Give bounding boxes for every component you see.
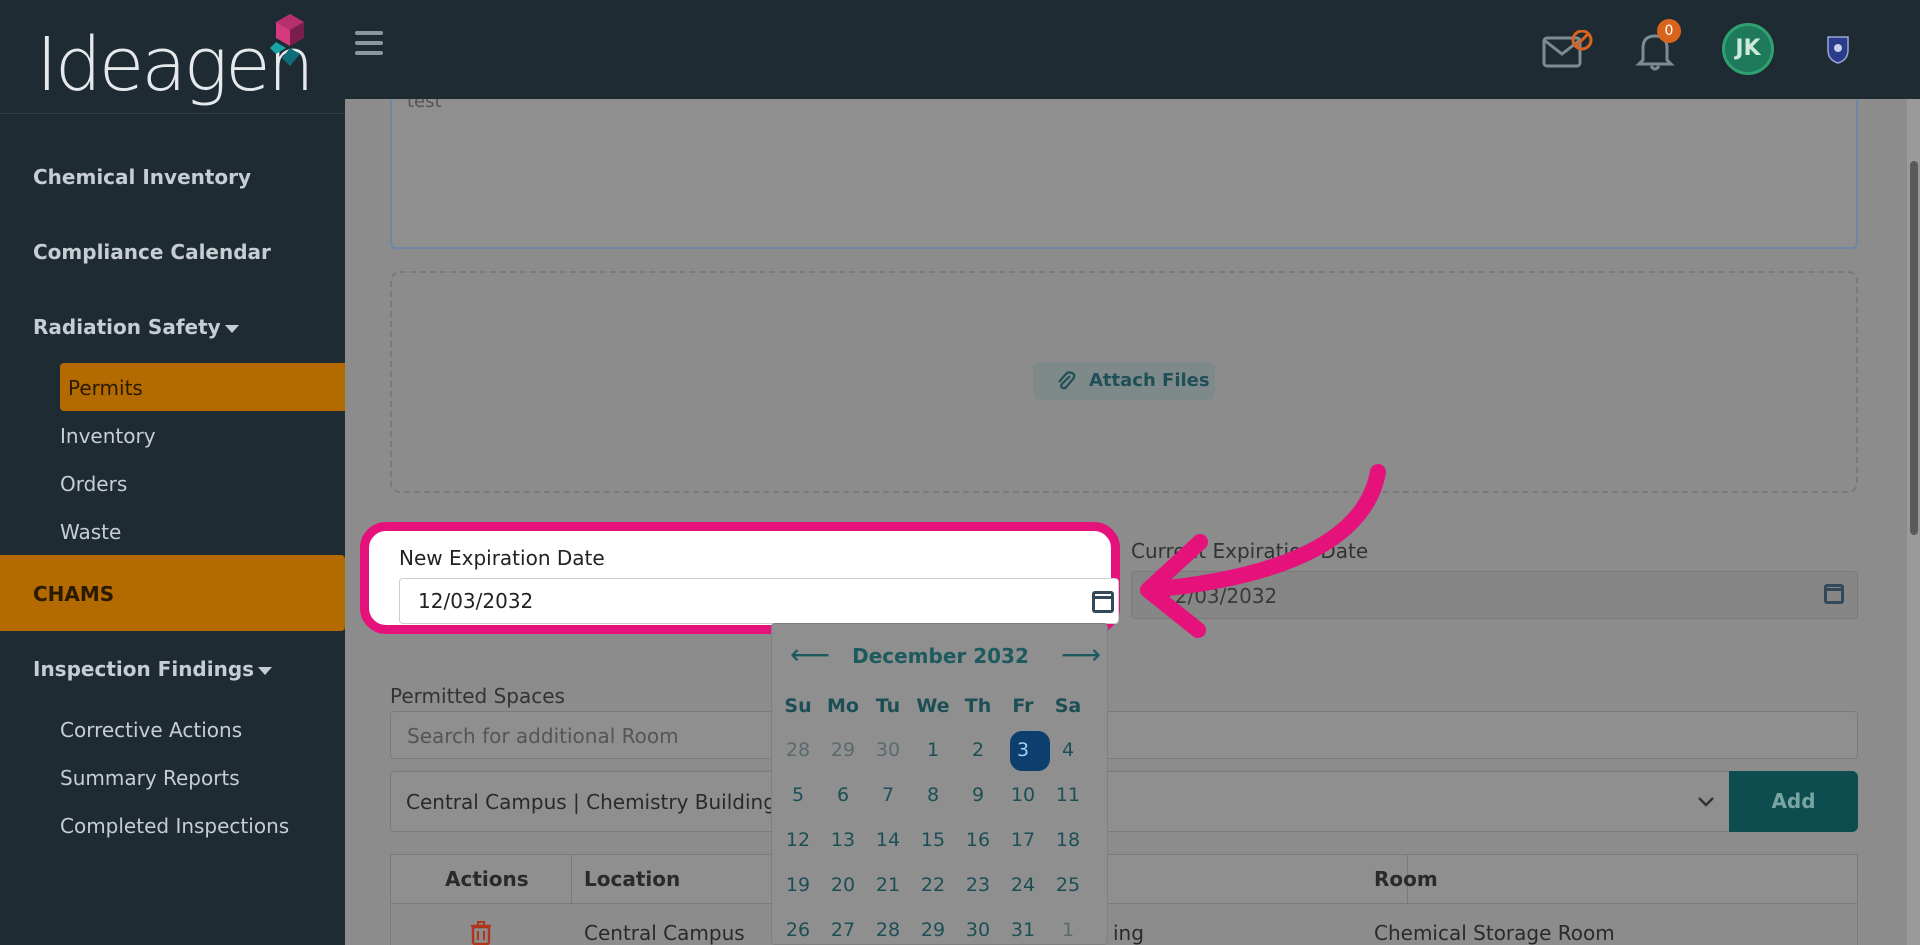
table-cell-location: Central Campus <box>584 921 745 945</box>
comments-textarea-value: test <box>407 99 442 112</box>
calendar-day[interactable]: 9 <box>956 776 1000 814</box>
calendar-day[interactable]: 2 <box>956 731 1000 769</box>
weekday-header: Su <box>784 695 812 717</box>
caret-down-icon <box>224 324 239 333</box>
sidebar-item-inventory[interactable]: Inventory <box>60 424 156 448</box>
column-header-room: Room <box>1374 867 1438 891</box>
datepicker-popup: ⟵ December 2032 ⟶ Su Mo Tu We Th Fr Sa 28 29 30 1 2… <box>771 623 1108 945</box>
caret-down-icon <box>258 666 273 675</box>
calendar-day[interactable]: 6 <box>821 776 865 814</box>
sidebar-item-chemical-inventory[interactable]: Chemical Inventory <box>33 165 251 189</box>
logo-cube-icon <box>270 14 304 66</box>
sidebar-item-label: Inspection Findings <box>33 657 255 681</box>
sidebar: Ideagen Chemical Inventory Compliance Ca… <box>0 0 345 945</box>
column-header-location: Location <box>584 867 681 891</box>
calendar-day[interactable]: 24 <box>1001 866 1045 904</box>
annotation-arrow-icon <box>1140 464 1386 638</box>
institution-crest-icon[interactable] <box>1825 34 1851 64</box>
calendar-day[interactable]: 16 <box>956 821 1000 859</box>
sidebar-item-summary-reports[interactable]: Summary Reports <box>60 766 240 790</box>
calendar-day[interactable]: 28 <box>866 911 910 945</box>
column-header-actions: Actions <box>445 867 529 891</box>
calendar-day[interactable]: 25 <box>1046 866 1090 904</box>
sidebar-item-radiation-safety[interactable]: Radiation Safety <box>33 315 239 339</box>
calendar-day-outside-month[interactable]: 29 <box>821 731 865 769</box>
sidebar-item-label: Radiation Safety <box>33 315 221 339</box>
highlight-box: New Expiration Date 12/03/2032 <box>360 522 1120 634</box>
room-search-placeholder: Search for additional Room <box>407 724 679 748</box>
calendar-day[interactable]: 8 <box>911 776 955 814</box>
sidebar-item-corrective-actions[interactable]: Corrective Actions <box>60 718 242 742</box>
top-bar: 0 JK <box>345 0 1920 99</box>
room-select-value: Central Campus | Chemistry Building: I <box>406 790 795 814</box>
new-expiration-label: New Expiration Date <box>399 546 605 570</box>
calendar-day[interactable]: 22 <box>911 866 955 904</box>
sidebar-item-compliance-calendar[interactable]: Compliance Calendar <box>33 240 271 264</box>
calendar-day[interactable]: 26 <box>776 911 820 945</box>
calendar-icon <box>1824 584 1844 604</box>
calendar-day[interactable]: 27 <box>821 911 865 945</box>
scrollbar[interactable] <box>1907 99 1920 945</box>
next-month-button[interactable]: ⟶ <box>1061 638 1101 671</box>
sidebar-item-permits[interactable]: Permits <box>68 376 143 400</box>
calendar-day-outside-month[interactable]: 30 <box>866 731 910 769</box>
weekday-header: Tu <box>875 695 901 717</box>
chevron-down-icon <box>1698 797 1714 807</box>
calendar-day[interactable]: 20 <box>821 866 865 904</box>
sidebar-item-completed-inspections[interactable]: Completed Inspections <box>60 814 289 838</box>
calendar-day[interactable]: 4 <box>1046 731 1090 769</box>
calendar-day[interactable]: 15 <box>911 821 955 859</box>
calendar-day-outside-month[interactable]: 1 <box>1046 911 1090 945</box>
weekday-header: Mo <box>827 695 859 717</box>
attach-files-label: Attach Files <box>1089 370 1210 391</box>
calendar-day[interactable]: 13 <box>821 821 865 859</box>
calendar-day[interactable]: 29 <box>911 911 955 945</box>
calendar-day[interactable]: 19 <box>776 866 820 904</box>
calendar-day[interactable]: 1 <box>911 731 955 769</box>
calendar-day[interactable]: 12 <box>776 821 820 859</box>
new-expiration-input[interactable]: 12/03/2032 <box>399 578 1119 624</box>
datepicker-month-label[interactable]: December 2032 <box>772 644 1109 668</box>
calendar-day[interactable]: 18 <box>1046 821 1090 859</box>
calendar-day[interactable]: 21 <box>866 866 910 904</box>
calendar-day[interactable]: 3 <box>1001 731 1045 769</box>
add-room-button[interactable]: Add <box>1729 771 1858 832</box>
calendar-day[interactable]: 23 <box>956 866 1000 904</box>
weekday-header: Sa <box>1054 695 1082 717</box>
calendar-day[interactable]: 17 <box>1001 821 1045 859</box>
mail-disabled-icon[interactable] <box>1542 30 1594 72</box>
sidebar-item-inspection-findings[interactable]: Inspection Findings <box>33 657 273 681</box>
calendar-day[interactable]: 5 <box>776 776 820 814</box>
calendar-day[interactable]: 31 <box>1001 911 1045 945</box>
table-cell-building: ing <box>1113 921 1144 945</box>
attach-files-button[interactable]: Attach Files <box>1033 362 1215 400</box>
weekday-header: We <box>916 695 950 717</box>
calendar-day[interactable]: 11 <box>1046 776 1090 814</box>
new-expiration-value: 12/03/2032 <box>418 589 534 613</box>
room-search-input[interactable]: Search for additional Room <box>390 711 1858 759</box>
user-avatar[interactable]: JK <box>1722 23 1774 75</box>
calendar-day-outside-month[interactable]: 28 <box>776 731 820 769</box>
sidebar-item-waste[interactable]: Waste <box>60 520 121 544</box>
weekday-header: Th <box>964 695 992 717</box>
calendar-day[interactable]: 14 <box>866 821 910 859</box>
comments-textarea[interactable] <box>390 99 1858 249</box>
calendar-day[interactable]: 30 <box>956 911 1000 945</box>
calendar-icon[interactable] <box>1092 591 1114 613</box>
table-cell-room: Chemical Storage Room <box>1374 921 1615 945</box>
trash-icon[interactable] <box>470 921 492 945</box>
notification-badge: 0 <box>1657 19 1681 43</box>
calendar-day[interactable]: 7 <box>866 776 910 814</box>
logo-area: Ideagen <box>0 0 345 114</box>
sidebar-item-chams[interactable]: CHAMS <box>33 582 114 606</box>
calendar-day[interactable]: 10 <box>1001 776 1045 814</box>
scrollbar-thumb[interactable] <box>1910 161 1918 535</box>
weekday-header: Fr <box>1012 695 1034 717</box>
hamburger-menu-icon[interactable] <box>355 31 383 55</box>
permitted-spaces-label: Permitted Spaces <box>390 684 565 708</box>
paperclip-icon <box>1058 371 1076 390</box>
sidebar-item-orders[interactable]: Orders <box>60 472 127 496</box>
